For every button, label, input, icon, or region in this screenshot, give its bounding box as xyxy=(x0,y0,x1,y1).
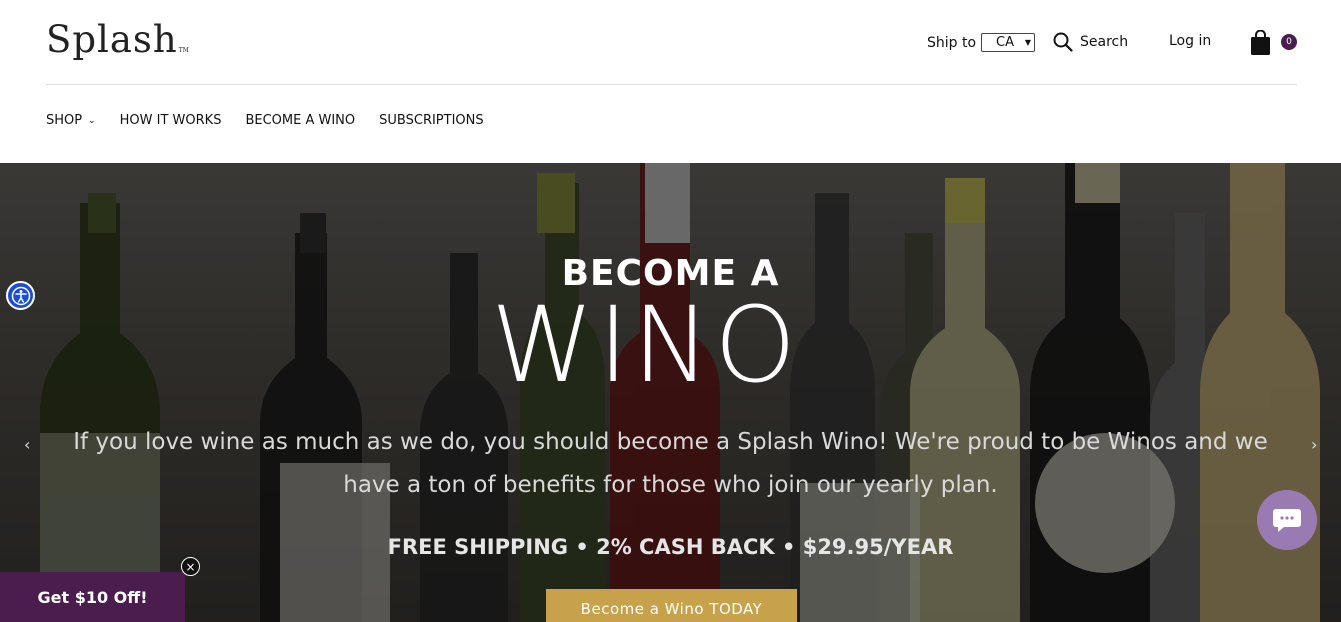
logo-text: Splash xyxy=(46,18,178,61)
nav-item-subscriptions[interactable]: SUBSCRIPTIONS xyxy=(379,113,483,128)
hero-description: If you love wine as much as we do, you s… xyxy=(73,429,1268,498)
hero-benefits: FREE SHIPPING • 2% CASH BACK • $29.95/YE… xyxy=(387,535,954,559)
accessibility-button[interactable] xyxy=(6,281,35,310)
become-a-wino-button[interactable]: Become a Wino TODAY xyxy=(546,589,797,622)
chevron-down-icon: ▼ xyxy=(1024,38,1032,47)
nav-item-label: HOW IT WORKS xyxy=(119,113,222,128)
nav-item-label: BECOME A WINO xyxy=(245,113,356,128)
search-label: Search xyxy=(1080,34,1129,50)
shopping-bag-icon xyxy=(1251,29,1270,55)
carousel-next-icon[interactable]: › xyxy=(1311,435,1317,454)
close-icon[interactable]: × xyxy=(181,557,200,576)
nav-item-label: SUBSCRIPTIONS xyxy=(379,113,484,128)
site-header: SplashTM Ship to CA ▼ Search Log in 0 SH… xyxy=(0,0,1341,163)
nav-item-shop[interactable]: SHOP ⌄ xyxy=(46,113,96,128)
logo-trademark: TM xyxy=(178,47,189,54)
nav-item-label: SHOP xyxy=(46,113,83,128)
accessibility-icon xyxy=(11,286,30,305)
chat-bubble-icon xyxy=(1273,509,1301,532)
cart-button[interactable] xyxy=(1250,29,1271,60)
chat-button[interactable] xyxy=(1257,490,1317,550)
ship-to: Ship to CA ▼ xyxy=(927,33,1036,52)
hero-title-big-text: WINO xyxy=(491,284,801,406)
hero-banner: BECOME A WINO If you love wine as much a… xyxy=(0,163,1341,622)
ship-to-label: Ship to xyxy=(927,34,977,51)
nav-item-how-it-works[interactable]: HOW IT WORKS xyxy=(120,113,222,128)
search-icon xyxy=(1053,32,1073,52)
carousel-prev-icon[interactable]: ‹ xyxy=(24,435,30,454)
chevron-down-icon: ⌄ xyxy=(88,115,96,126)
cart-count-badge: 0 xyxy=(1281,34,1297,50)
login-link[interactable]: Log in xyxy=(1169,33,1211,49)
splash-logo[interactable]: SplashTM xyxy=(46,18,189,61)
get-10-off-button[interactable]: Get $10 Off! xyxy=(0,572,185,622)
header-divider xyxy=(46,84,1297,85)
ship-to-select[interactable]: CA ▼ xyxy=(981,33,1036,52)
hero-title-big: WINO xyxy=(491,283,861,408)
search-button[interactable]: Search xyxy=(1053,32,1128,52)
ship-to-value: CA xyxy=(996,35,1015,50)
main-nav: SHOP ⌄ HOW IT WORKS BECOME A WINO SUBSCR… xyxy=(46,113,484,128)
nav-item-become-a-wino[interactable]: BECOME A WINO xyxy=(245,113,355,128)
